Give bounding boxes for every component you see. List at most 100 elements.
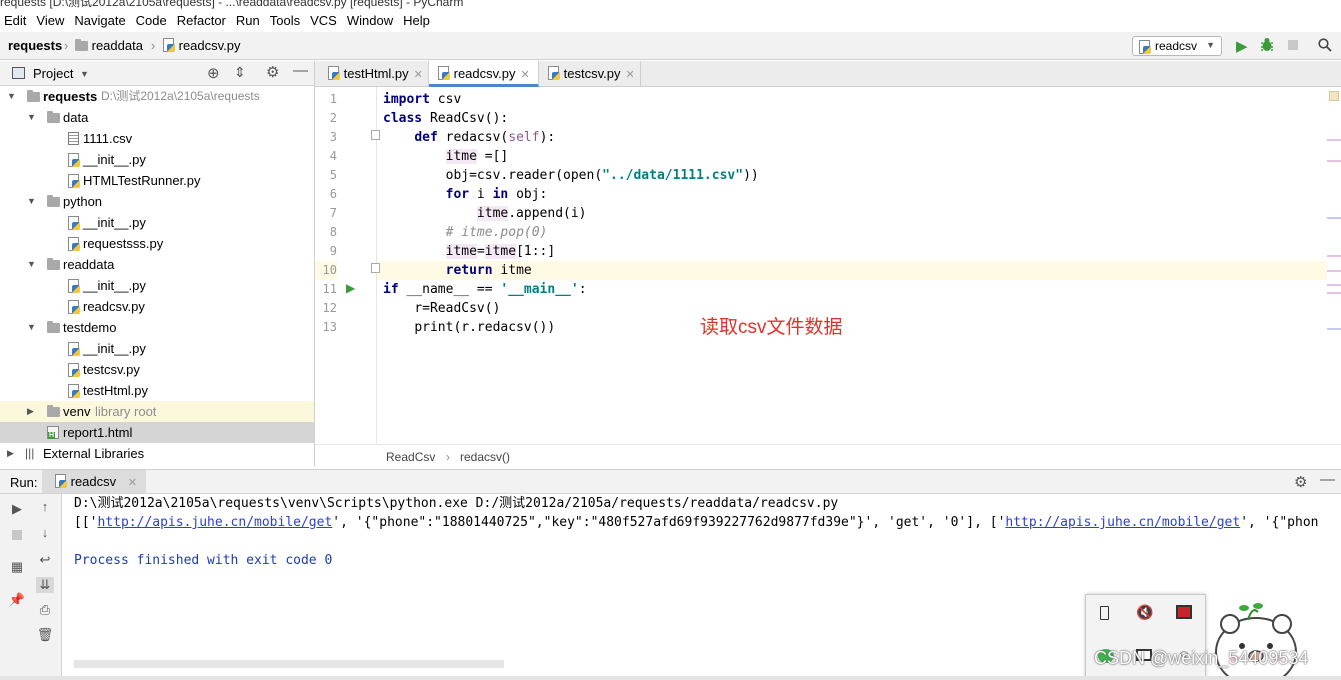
debug-icon[interactable] xyxy=(1260,37,1274,52)
menu-code[interactable]: Code xyxy=(132,13,173,28)
tab-readcsv[interactable]: readcsv.py ✕ xyxy=(429,61,539,87)
stop-icon[interactable] xyxy=(12,530,22,540)
console-line-exit: Process finished with exit code 0 xyxy=(74,553,333,568)
line-number: 13 xyxy=(322,320,337,334)
tab-testcsv[interactable]: testcsv.py ✕ xyxy=(539,61,641,87)
tree-item-data[interactable]: ▼ data xyxy=(0,107,314,128)
tree-item-readdata[interactable]: ▼ readdata xyxy=(0,254,314,275)
search-icon[interactable] xyxy=(1318,38,1332,52)
tree-item-readdata-init[interactable]: __init__.py xyxy=(0,275,314,296)
tree-item-venv[interactable]: ▶ venv library root xyxy=(0,401,314,422)
menu-refactor[interactable]: Refactor xyxy=(173,13,232,28)
arrow-down-icon[interactable]: ↓ xyxy=(36,525,54,540)
python-file-icon xyxy=(54,474,67,488)
menu-vcs[interactable]: VCS xyxy=(306,13,343,28)
chevron-down-icon[interactable]: ▼ xyxy=(80,69,89,79)
layout-icon[interactable]: ▦ xyxy=(8,559,26,575)
code-line: r=ReadCsv() xyxy=(414,301,501,316)
menu-tools[interactable]: Tools xyxy=(266,13,306,28)
close-icon[interactable]: ✕ xyxy=(521,69,530,81)
breadcrumb-separator: › xyxy=(446,450,450,464)
python-file-icon xyxy=(547,66,560,80)
tree-item-python[interactable]: ▼ python xyxy=(0,191,314,212)
trash-icon[interactable]: 🗑 xyxy=(36,627,54,643)
stop-icon[interactable] xyxy=(1288,40,1298,50)
code-line: print(r.redacsv()) xyxy=(414,320,556,335)
close-icon[interactable]: ✕ xyxy=(414,69,423,81)
tab-testhtml[interactable]: testHtml.py ✕ xyxy=(319,61,429,87)
tree-item-external-libraries[interactable]: ▶ ||| External Libraries xyxy=(0,443,314,464)
run-configuration-select[interactable]: readcsv ▼ xyxy=(1132,36,1222,56)
tree-item-data-init[interactable]: __init__.py xyxy=(0,149,314,170)
project-panel-title[interactable]: Project xyxy=(33,66,73,81)
run-tab-readcsv[interactable]: readcsv ✕ xyxy=(42,470,146,493)
breadcrumb-method[interactable]: redacsv() xyxy=(460,450,510,464)
tree-item-testdemo[interactable]: ▼ testdemo xyxy=(0,317,314,338)
tree-item-readcsv[interactable]: readcsv.py xyxy=(0,296,314,317)
soft-wrap-icon[interactable]: ↩ xyxy=(36,552,54,568)
tree-item-requestsss[interactable]: requestsss.py xyxy=(0,233,314,254)
collapse-all-icon[interactable]: ⇕ xyxy=(234,64,246,81)
breadcrumb-folder-item[interactable]: readdata xyxy=(75,38,143,53)
close-icon[interactable]: ✕ xyxy=(128,477,137,489)
run-toolbar: ▶ ↑ ↓ ▦ ↩ ⇊ 📌 ⎙ 🗑 xyxy=(0,494,62,680)
tree-item-1111-csv[interactable]: 1111.csv xyxy=(0,128,314,149)
python-file-icon xyxy=(67,342,80,356)
tree-item-report1[interactable]: report1.html xyxy=(0,422,314,443)
run-tab-label: readcsv xyxy=(70,474,117,489)
speaker-muted-icon[interactable]: 🔇 xyxy=(1136,604,1153,621)
gear-icon[interactable]: ⚙ xyxy=(266,63,279,81)
breadcrumb-project[interactable]: requests xyxy=(8,38,62,53)
stripe-mark xyxy=(1327,284,1341,286)
run-gutter-icon[interactable]: ▶ xyxy=(346,281,355,295)
tree-item-htmltestrunner[interactable]: HTMLTestRunner.py xyxy=(0,170,314,191)
breadcrumb-class[interactable]: ReadCsv xyxy=(386,450,435,464)
run-icon[interactable]: ▶ xyxy=(1236,37,1248,55)
gear-icon[interactable]: ⚙ xyxy=(1294,473,1307,491)
console-horizontal-scrollbar[interactable] xyxy=(74,660,504,668)
minimize-icon[interactable]: — xyxy=(1320,471,1335,488)
stripe-mark xyxy=(1327,270,1341,272)
tree-item-label: __init__.py xyxy=(83,152,146,167)
inspection-status-icon[interactable] xyxy=(1329,91,1339,101)
breadcrumb-separator: › xyxy=(151,38,156,53)
console-link[interactable]: http://apis.juhe.cn/mobile/get xyxy=(97,515,332,530)
editor-breadcrumb: ReadCsv › redacsv() xyxy=(315,444,1341,468)
arrow-up-icon[interactable]: ↑ xyxy=(36,499,54,514)
tab-label: testHtml.py xyxy=(343,66,409,81)
pin-icon[interactable]: 📌 xyxy=(8,592,26,608)
tree-item-root[interactable]: ▼ requests D:\测试2012a\2105a\requests xyxy=(0,86,314,107)
tree-item-testhtml[interactable]: testHtml.py xyxy=(0,380,314,401)
rerun-icon[interactable]: ▶ xyxy=(8,501,26,517)
console-link[interactable]: http://apis.juhe.cn/mobile/get xyxy=(1005,515,1240,530)
project-panel-header: Project ▼ ⊕ ⇕ ⚙ — xyxy=(0,61,314,86)
print-icon[interactable]: ⎙ xyxy=(36,602,54,618)
tree-item-label: readcsv.py xyxy=(83,299,145,314)
app-tray-icon[interactable] xyxy=(1176,605,1192,619)
code-line: itme.append(i) xyxy=(476,206,587,221)
locate-target-icon[interactable]: ⊕ xyxy=(207,64,220,82)
code-editor[interactable]: import csv class ReadCsv(): def redacsv(… xyxy=(377,87,1327,444)
line-number: 9 xyxy=(329,244,337,258)
menu-navigate[interactable]: Navigate xyxy=(70,13,131,28)
code-line: obj=csv.reader(open("../data/1111.csv")) xyxy=(445,168,759,183)
editor-error-stripe xyxy=(1327,87,1341,444)
tree-item-python-init[interactable]: __init__.py xyxy=(0,212,314,233)
tree-item-testdemo-init[interactable]: __init__.py xyxy=(0,338,314,359)
menu-run[interactable]: Run xyxy=(232,13,266,28)
breadcrumb-file-item[interactable]: readcsv.py xyxy=(162,38,241,53)
tree-item-label: data xyxy=(63,110,89,125)
run-configuration-label: readcsv xyxy=(1155,39,1198,53)
usb-drive-icon[interactable] xyxy=(1100,606,1109,620)
close-icon[interactable]: ✕ xyxy=(625,69,634,81)
chevron-down-icon: ▼ xyxy=(1206,40,1215,50)
minimize-icon[interactable]: — xyxy=(293,62,308,79)
menu-window[interactable]: Window xyxy=(343,13,399,28)
scroll-to-end-icon[interactable]: ⇊ xyxy=(36,577,54,593)
menu-help[interactable]: Help xyxy=(399,13,436,28)
tree-root-path: D:\测试2012a\2105a\requests xyxy=(101,89,260,103)
menu-edit[interactable]: Edit xyxy=(0,13,32,28)
chevron-right-icon: ▶ xyxy=(27,406,34,416)
menu-view[interactable]: View xyxy=(32,13,70,28)
tree-item-testcsv[interactable]: testcsv.py xyxy=(0,359,314,380)
